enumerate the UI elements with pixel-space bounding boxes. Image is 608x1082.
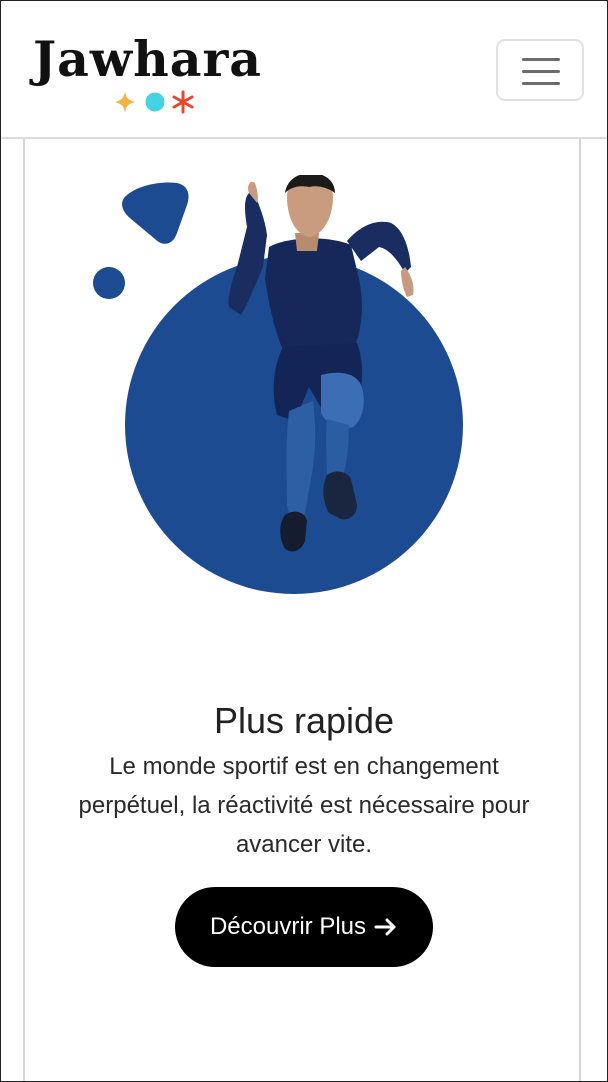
hero-illustration: [93, 175, 463, 594]
arrow-right-icon: [374, 918, 396, 936]
triangle-shape: [122, 182, 189, 244]
menu-toggle-button[interactable]: [496, 39, 584, 101]
brand-marks: [115, 90, 194, 114]
discover-more-button[interactable]: Découvrir Plus: [175, 887, 433, 967]
sparkle-icon: [115, 91, 135, 113]
discover-more-label: Découvrir Plus: [209, 913, 367, 940]
small-dot-shape: [93, 267, 125, 299]
section-title: Plus rapide: [213, 700, 395, 741]
brand-name: Jawhara: [33, 30, 263, 88]
section-description: Le monde sportif est en changement perpé…: [78, 753, 530, 858]
asterisk-icon: [172, 90, 194, 114]
brand-logo-link[interactable]: Jawhara: [33, 27, 263, 117]
dot-icon: [145, 92, 165, 112]
navbar: Jawhara: [1, 1, 607, 139]
page: Jawhara Plus rapide Le monde sportif est…: [0, 0, 608, 1082]
feature-card: Plus rapide Le monde sportif est en chan…: [23, 139, 581, 1081]
